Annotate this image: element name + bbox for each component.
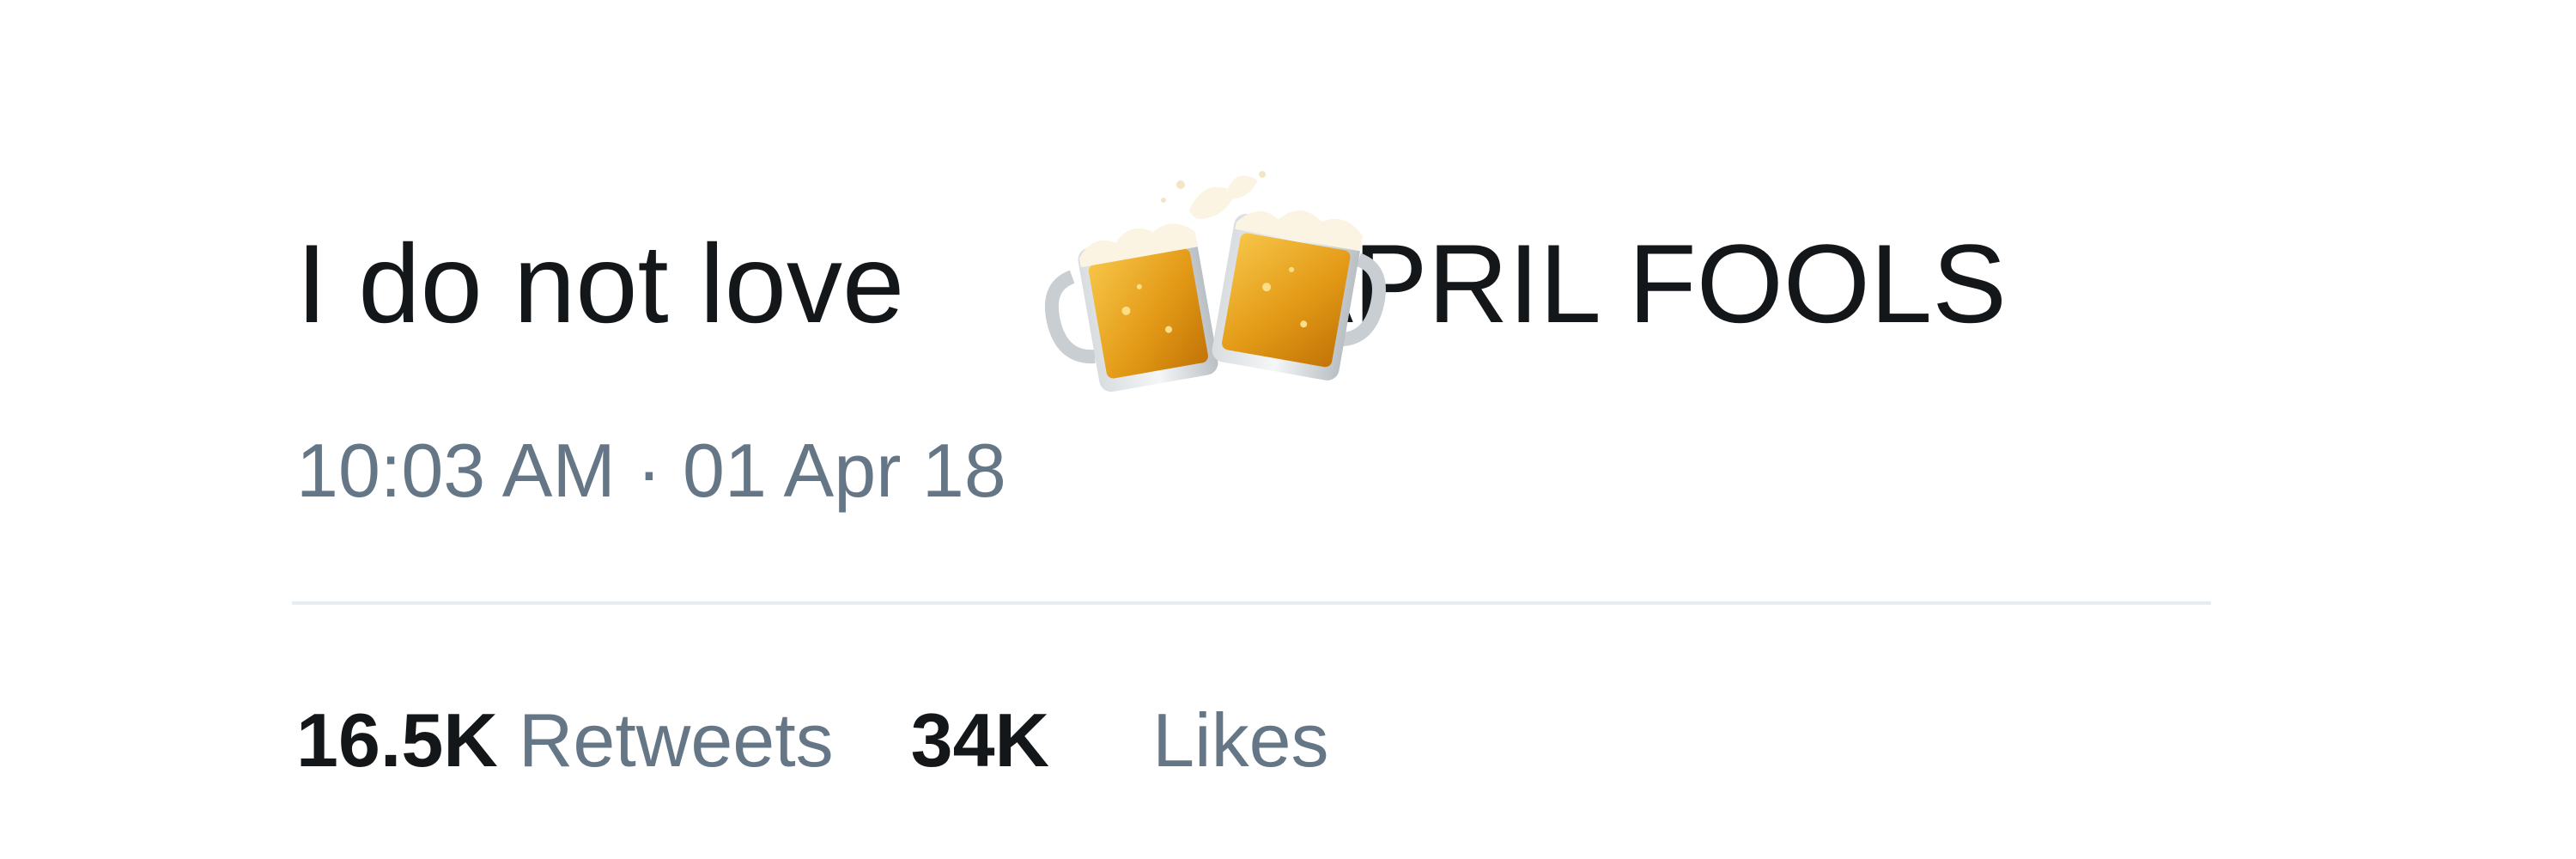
- likes-count: 34K: [910, 698, 1050, 783]
- tweet-stats: 16.5K Retweets 34K Likes: [296, 698, 1329, 783]
- divider: [292, 601, 2211, 605]
- tweet-time: 10:03 AM: [296, 428, 616, 513]
- timestamp-separator: ·: [636, 428, 662, 513]
- tweet-text-after: APRIL FOOLS: [1279, 221, 2007, 346]
- beer-mugs-icon: [1045, 171, 1386, 393]
- likes-stat[interactable]: 34K Likes: [911, 698, 1329, 783]
- retweets-stat[interactable]: 16.5K Retweets: [296, 698, 834, 783]
- tweet-text-before: I do not love: [296, 221, 905, 346]
- tweet-date: 01 Apr 18: [683, 428, 1006, 513]
- likes-label: Likes: [1152, 698, 1329, 783]
- retweets-count: 16.5K: [296, 698, 498, 783]
- tweet-card: I do not love APRIL FOOLS 10:03 AM · 01 …: [0, 0, 2576, 859]
- retweets-label: Retweets: [518, 698, 834, 783]
- tweet-timestamp[interactable]: 10:03 AM · 01 Apr 18: [296, 428, 1006, 514]
